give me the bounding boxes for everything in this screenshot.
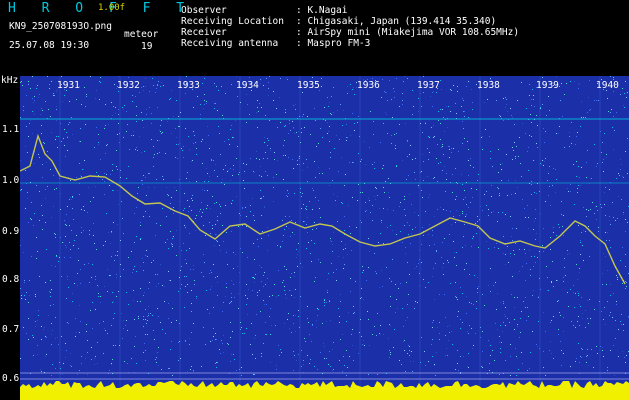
x-tick-label: 1932 [117,80,140,91]
x-tick-label: 1931 [57,80,80,91]
info-value-antenna: : Maspro FM-3 [296,38,371,49]
y-tick-label: 0.9 [2,226,20,237]
x-tick-label: 1940 [596,80,619,91]
header-panel: H R O F F T 1.00f KN9_250708193O.png 25.… [0,0,629,75]
y-tick-label: 0.6 [2,373,20,384]
y-tick-label: 0.8 [2,274,20,285]
y-tick-label: 1.0 [2,175,20,186]
info-label-antenna: Receiving antenna [181,38,279,49]
x-tick-label: 1937 [417,80,440,91]
info-value-observer: : K.Nagai [296,5,348,16]
x-tick-label: 1934 [236,80,259,91]
meteor-label: meteor [124,29,159,40]
x-tick-label: 1935 [297,80,320,91]
date-time: 25.07.08 19:30 [9,40,90,51]
x-tick-label: 1939 [536,80,559,91]
meteor-count: 19 [141,41,153,52]
spectrogram [20,76,629,400]
app-version: 1.00f [98,3,126,13]
info-value-receiver: : AirSpy mini (Miakejima VOR 108.65MHz) [296,27,520,38]
y-axis-unit: kHz [1,75,19,86]
file-name: KN9_250708193O.png [9,21,112,32]
info-label-receiver: Receiver [181,27,227,38]
y-tick-label: 0.7 [2,324,20,335]
x-tick-label: 1936 [357,80,380,91]
y-tick-label: 1.1 [2,124,20,135]
x-tick-label: 1933 [177,80,200,91]
x-tick-label: 1938 [477,80,500,91]
noise-background [20,76,629,400]
info-value-location: : Chigasaki, Japan (139.414 35.340) [296,16,497,27]
info-label-location: Receiving Location [181,16,284,27]
info-label-observer: Observer [181,5,227,16]
spectrogram-canvas [20,76,629,400]
